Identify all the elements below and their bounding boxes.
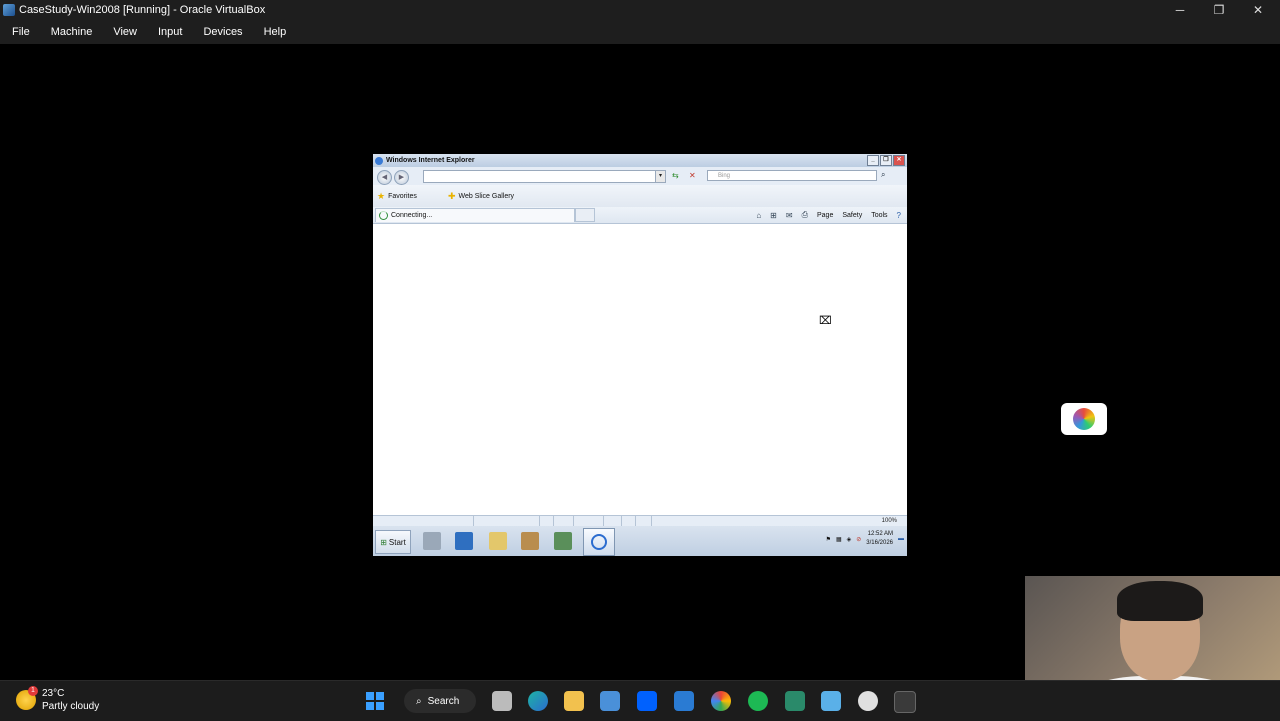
refresh-icon[interactable]: ⇆ [672,171,679,180]
virtualbox-icon [3,4,15,16]
volume-icon[interactable]: ◈ [847,536,852,543]
windows-logo-icon: ⊞ [380,537,387,547]
address-bar[interactable] [423,170,661,183]
search-icon: ⌕ [416,695,422,707]
weather-temp: 23°C [42,688,65,699]
stop-icon[interactable]: ✕ [689,171,696,180]
forward-icon[interactable]: ▶ [394,170,409,185]
search-icon[interactable]: ⌕ [881,170,885,180]
page-menu[interactable]: Page [817,212,833,219]
host-taskbar: 1 23°C Partly cloudy ⌕ Search [0,680,1280,721]
start-button[interactable]: ⊞ Start [375,530,411,554]
ie-taskbar-button[interactable] [583,528,615,556]
menu-file[interactable]: File [0,26,39,38]
spotify-icon[interactable] [748,691,768,711]
favorites-bar: ★ Favorites ✚ Web Slice Gallery [373,185,907,207]
tool-icon[interactable] [521,532,539,550]
weather-widget[interactable]: 1 23°C Partly cloudy [16,686,100,713]
floating-app-icon[interactable] [1061,403,1107,435]
start-label: Start [388,537,406,547]
ie-minimize-button[interactable]: _ [867,155,879,166]
tools-menu[interactable]: Tools [871,212,887,219]
chrome-icon[interactable] [711,691,731,711]
file-explorer-icon[interactable] [564,691,584,711]
clock-date: 3/16/2026 [866,540,893,546]
ie-title-bar: Windows Internet Explorer _ ❐ ✕ [373,154,907,167]
command-bar: ⌂ ⊞ ✉ ⎙ Page Safety Tools ? [756,210,901,220]
windows-start-icon[interactable] [366,692,384,710]
ie-logo-icon [375,156,383,165]
print-icon[interactable]: ⎙ [802,210,808,220]
store-icon[interactable] [600,691,620,711]
guest-taskbar: ⊞ Start ⚑ ▦ ◈ ⊘ 12:52 AM 3/16/2026 ▬ [373,526,907,556]
excel-icon[interactable] [785,691,805,711]
dropbox-icon[interactable] [637,691,657,711]
favorites-star-icon: ★ [377,191,386,201]
ie-close-button[interactable]: ✕ [893,155,905,166]
network-tray-icon[interactable]: ▦ [836,536,842,543]
feeds-icon[interactable]: ⊞ [770,211,777,220]
loading-spinner-icon [379,211,388,220]
window-title: CaseStudy-Win2008 [Running] - Oracle Vir… [19,4,266,16]
powershell-icon[interactable] [455,532,473,550]
home-icon[interactable]: ⌂ [756,211,761,220]
edge-icon[interactable] [528,691,548,711]
task-view-icon[interactable] [492,691,512,711]
web-slice-gallery-link[interactable]: ✚ Web Slice Gallery [448,191,514,202]
favorites-button[interactable]: ★ Favorites [377,191,417,202]
warning-icon[interactable]: ⊘ [856,536,861,543]
flag-icon[interactable]: ⚑ [826,536,831,543]
weather-icon: 1 [16,686,38,710]
menu-machine[interactable]: Machine [39,26,102,38]
add-favorite-icon[interactable]: ✚ [448,191,456,202]
virtualbox-menu-bar: File Machine View Input Devices Help [0,20,1280,44]
new-tab-button[interactable] [575,208,595,222]
help-icon[interactable]: ? [897,211,901,220]
search-input[interactable]: Bing [707,170,877,181]
notepad-icon[interactable] [821,691,841,711]
address-dropdown-icon[interactable]: ▾ [655,170,666,183]
ie-address-row: ◀ ▶ ▾ ⇆ ✕ Bing ⌕ [373,167,907,185]
web-slice-gallery-label: Web Slice Gallery [458,193,515,200]
virtualbox-title-bar: CaseStudy-Win2008 [Running] - Oracle Vir… [0,0,1280,20]
cursor-icon: ⌧ [819,315,832,327]
minimize-button[interactable]: ─ [1161,0,1199,20]
mail-icon[interactable]: ✉ [786,211,793,220]
clock-time: 12:52 AM [867,531,893,537]
ie-content-area[interactable]: ⌧ [373,224,907,515]
taskbar-search[interactable]: ⌕ Search [404,689,476,713]
show-desktop-icon[interactable]: ▬ [898,536,904,542]
search-label: Search [427,695,460,707]
server-manager-icon[interactable] [423,532,441,550]
zoom-level[interactable]: 100% [882,518,897,524]
recorder-icon [1073,408,1095,430]
close-button[interactable]: ✕ [1239,0,1277,20]
favorites-label: Favorites [388,193,417,200]
safety-menu[interactable]: Safety [842,212,862,219]
explorer-icon[interactable] [489,532,507,550]
notification-badge: 1 [28,686,38,696]
bluetooth-icon[interactable] [674,691,694,711]
back-icon[interactable]: ◀ [377,170,392,185]
tab-connecting[interactable]: Connecting... [375,208,575,222]
recorder-taskbar-icon[interactable] [858,691,878,711]
ie-window-title: Windows Internet Explorer [386,157,475,164]
menu-help[interactable]: Help [252,26,296,38]
weather-desc: Partly cloudy [42,701,100,712]
menu-input[interactable]: Input [146,26,191,38]
tab-row: Connecting... ⌂ ⊞ ✉ ⎙ Page Safety Tools … [373,207,907,224]
network-icon[interactable] [554,532,572,550]
ie-task-icon [591,534,607,550]
menu-view[interactable]: View [101,26,146,38]
ie-restore-button[interactable]: ❐ [880,155,892,166]
tab-label: Connecting... [391,212,433,219]
clock[interactable]: 12:52 AM 3/16/2026 [866,530,893,548]
restore-button[interactable]: ❐ [1200,0,1238,20]
menu-devices[interactable]: Devices [191,26,251,38]
virtualbox-taskbar-icon[interactable] [894,691,916,713]
guest-screen[interactable]: Windows Internet Explorer _ ❐ ✕ ◀ ▶ ▾ ⇆ … [373,154,907,556]
system-tray: ⚑ ▦ ◈ ⊘ 12:52 AM 3/16/2026 ▬ [826,530,904,548]
